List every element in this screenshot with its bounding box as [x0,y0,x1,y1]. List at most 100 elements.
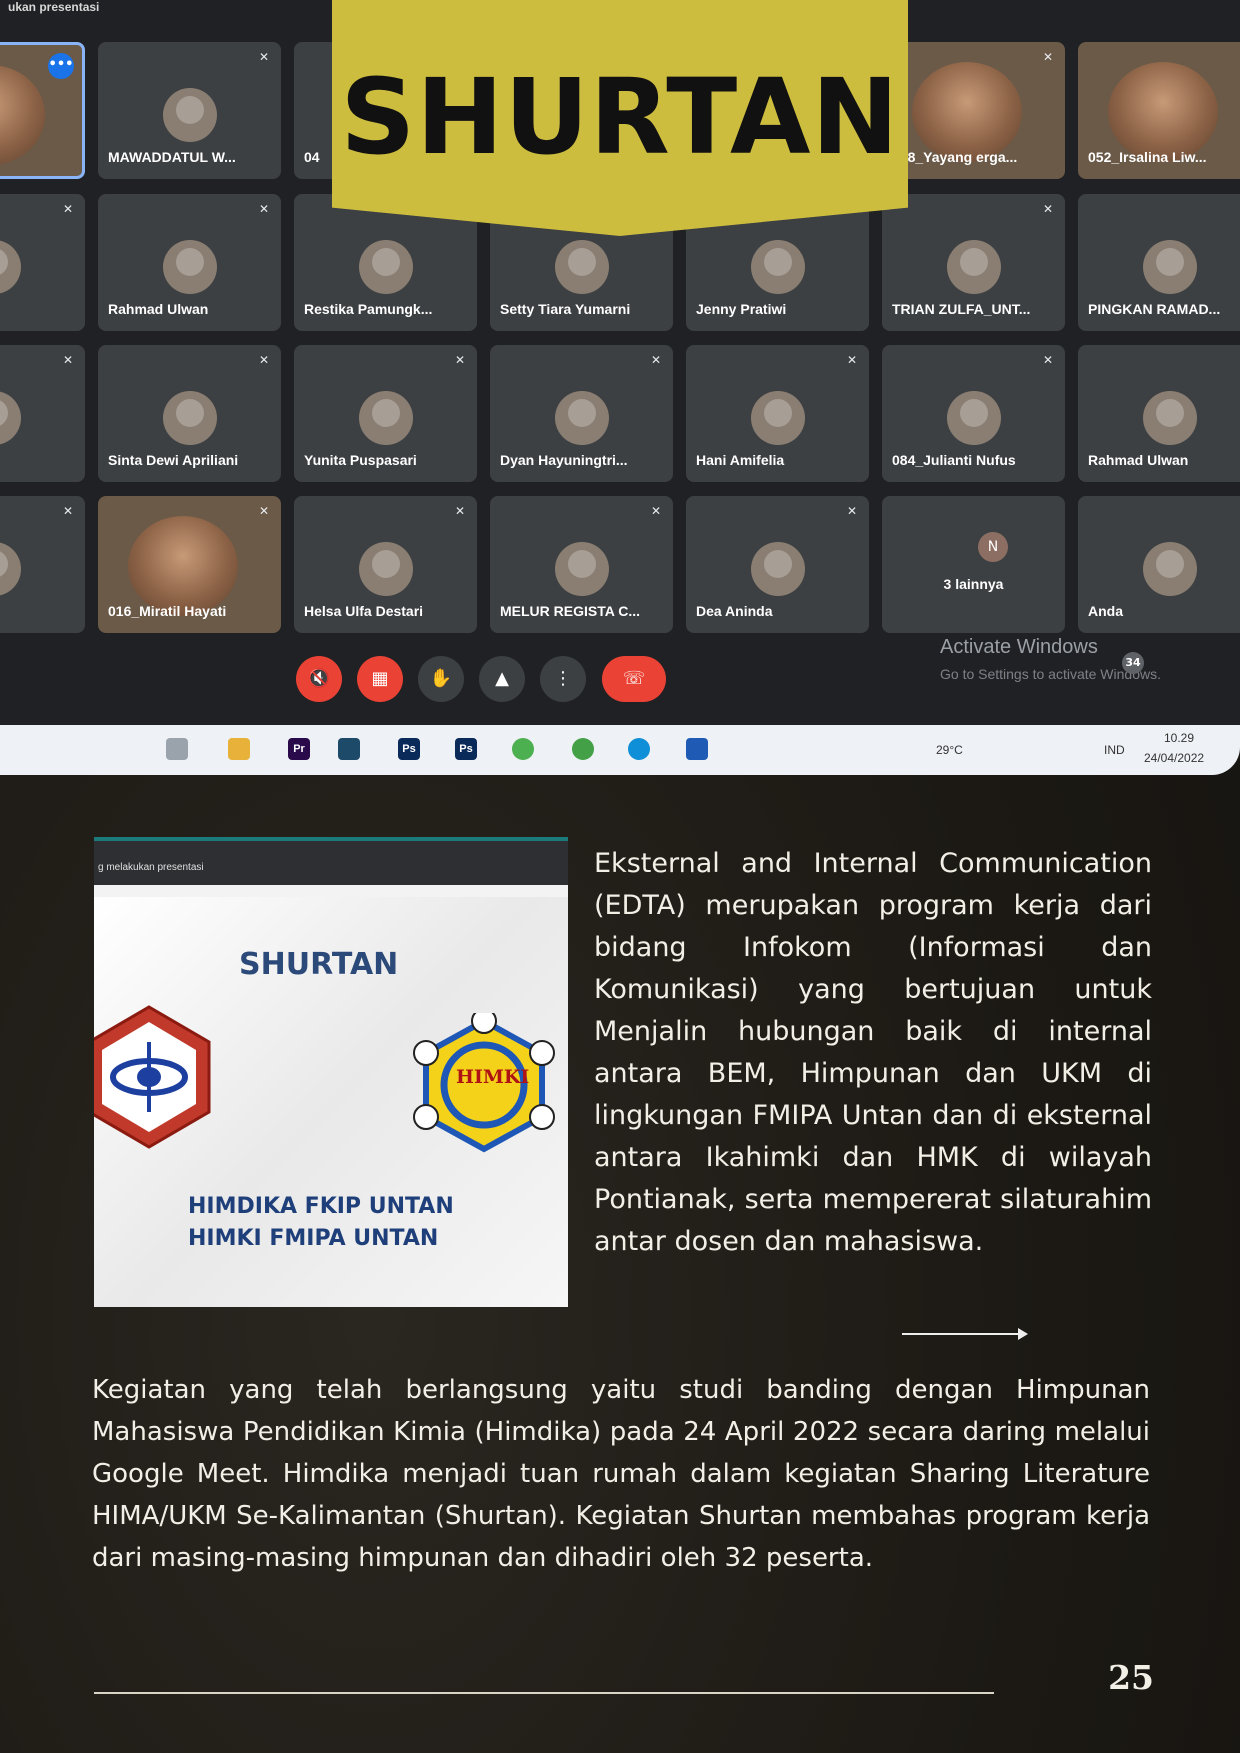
mic-muted-icon: ✕ [454,504,466,518]
mic-muted-icon: ✕ [846,504,858,518]
participant-tile[interactable]: ✕AMMEL... [0,345,85,482]
avatar [0,391,21,445]
slide-bar-text: g melakukan presentasi [98,862,204,873]
participant-name: Yunita Puspasari [304,452,417,468]
mic-muted-icon: ✕ [650,353,662,367]
word-icon[interactable] [686,738,708,760]
slide-content: SHURTAN HIMKI HIMDIKA FKIP UNTAN HIMKI F… [94,897,568,1307]
chrome-icon[interactable] [512,738,534,760]
participant-tile[interactable]: ✕ 016_Miratil Hayati [98,496,281,633]
participant-name: MELUR REGISTA C... [500,603,640,619]
participant-tile[interactable]: ✕ Yunita Puspasari [294,345,477,482]
arrow-right-icon [902,1328,1028,1340]
participant-tile[interactable]: ✕ TRIAN ZULFA_UNT... [882,194,1065,331]
avatar [946,240,1001,294]
end-call-icon[interactable]: ☏ [602,656,666,702]
participant-name: 028_Yayang erga... [892,149,1018,165]
chrome-icon-2[interactable] [572,738,594,760]
mic-muted-icon: ✕ [846,353,858,367]
participant-tile[interactable]: ✕ MELUR REGISTA C... [490,496,673,633]
avatar [358,391,413,445]
mic-muted-icon: ✕ [258,202,270,216]
premiere-icon[interactable]: Pr [288,738,310,760]
weather-text: 29°C [936,743,963,757]
participant-tile[interactable]: •••fah Ju... [0,42,85,179]
avatar [554,240,609,294]
participant-tile[interactable]: ✕nana [0,194,85,331]
page-number: 25 [1108,1658,1154,1697]
mic-off-icon[interactable]: 🔇 [296,656,342,702]
present-icon[interactable]: ▲ [479,656,525,702]
participant-tile[interactable]: ✕ MAWADDATUL W... [98,42,281,179]
participant-name: MAWADDATUL W... [108,149,236,165]
media-icon[interactable] [338,738,360,760]
himdika-logo-icon [94,1005,211,1149]
avatar [358,542,413,596]
task-view-icon[interactable] [166,738,188,760]
more-options-badge[interactable]: ••• [48,53,74,79]
title-banner: SHURTAN [332,0,908,236]
camera-off-icon[interactable]: ▦ [357,656,403,702]
participant-name: Anda [1088,603,1123,619]
avatar [946,391,1001,445]
more-options-icon[interactable]: ⋮ [540,656,586,702]
avatar [554,542,609,596]
participant-name: 3 lainnya [943,576,1004,592]
participant-tile[interactable]: ✕Rahmad Ulwan [1078,345,1240,482]
participant-name: Setty Tiara Yumarni [500,301,631,317]
avatar [1142,240,1197,294]
mic-muted-icon: ✕ [1042,50,1054,64]
windows-taskbar: Pr Ps Ps 29°C IND 10.29 24/04/2022 [0,725,1240,775]
participant-name: Helsa Ulfa Destari [304,603,424,619]
participant-name: 016_Miratil Hayati [108,603,227,619]
participant-name: Restika Pamungk... [304,301,433,317]
avatar [0,240,21,294]
mic-muted-icon: ✕ [62,202,74,216]
participant-tile[interactable]: ✕052_Irsalina Liw... [1078,42,1240,179]
lang-text: IND [1104,743,1125,757]
participant-tile[interactable]: ✕ Dyan Hayuningtri... [490,345,673,482]
participant-tile[interactable]: ✕Rahmad Ulwan [98,194,281,331]
participant-video [1108,62,1218,162]
participant-name: Jenny Pratiwi [696,301,787,317]
mic-muted-icon: ✕ [62,353,74,367]
activate-windows-title: Activate Windows [940,636,1098,658]
raise-hand-icon[interactable]: ✋ [418,656,464,702]
photoshop-icon-2[interactable]: Ps [455,738,477,760]
himki-logo-word: HIMKI [456,1066,530,1088]
participant-tile[interactable]: ✕ 028_Yayang erga... [882,42,1065,179]
others-badge: N [978,532,1008,562]
participant-video [912,62,1022,162]
avatar [162,88,217,142]
slide-line-2: HIMKI FMIPA UNTAN [188,1226,439,1251]
participant-tile[interactable]: ✕ Sinta Dewi Apriliani [98,345,281,482]
participant-name: Sinta Dewi Apriliani [108,452,239,468]
participant-tile[interactable]: ✕ Hani Amifelia [686,345,869,482]
participant-name: 04 [304,149,320,165]
participant-tile[interactable]: ✕PINGKAN RAMAD... [1078,194,1240,331]
presentation-slide-image: g melakukan presentasi SHURTAN HIMKI HIM… [94,837,568,1307]
participant-tile[interactable]: ✕Anda [1078,496,1240,633]
participant-tile[interactable]: ✕ Helsa Ulfa Destari [294,496,477,633]
avatar [0,542,21,596]
mic-muted-icon: ✕ [454,353,466,367]
slide-top-bar: g melakukan presentasi [94,841,568,885]
participant-video [128,516,238,616]
file-explorer-icon[interactable] [228,738,250,760]
mic-muted-icon: ✕ [1042,202,1054,216]
photoshop-icon[interactable]: Ps [398,738,420,760]
clock-date: 24/04/2022 [1144,751,1205,765]
avatar [1142,542,1197,596]
participant-name: Hani Amifelia [696,452,785,468]
mic-muted-icon: ✕ [650,504,662,518]
participant-name: Rahmad Ulwan [1088,452,1189,468]
participant-tile[interactable]: N 3 lainnya [882,496,1065,633]
edge-icon[interactable] [628,738,650,760]
mic-muted-icon: ✕ [258,50,270,64]
participant-tile[interactable]: ✕Puspita [0,496,85,633]
avatar [750,240,805,294]
avatar [554,391,609,445]
participant-name: TRIAN ZULFA_UNT... [892,301,1031,317]
participant-tile[interactable]: ✕ 084_Julianti Nufus [882,345,1065,482]
participant-tile[interactable]: ✕ Dea Aninda [686,496,869,633]
